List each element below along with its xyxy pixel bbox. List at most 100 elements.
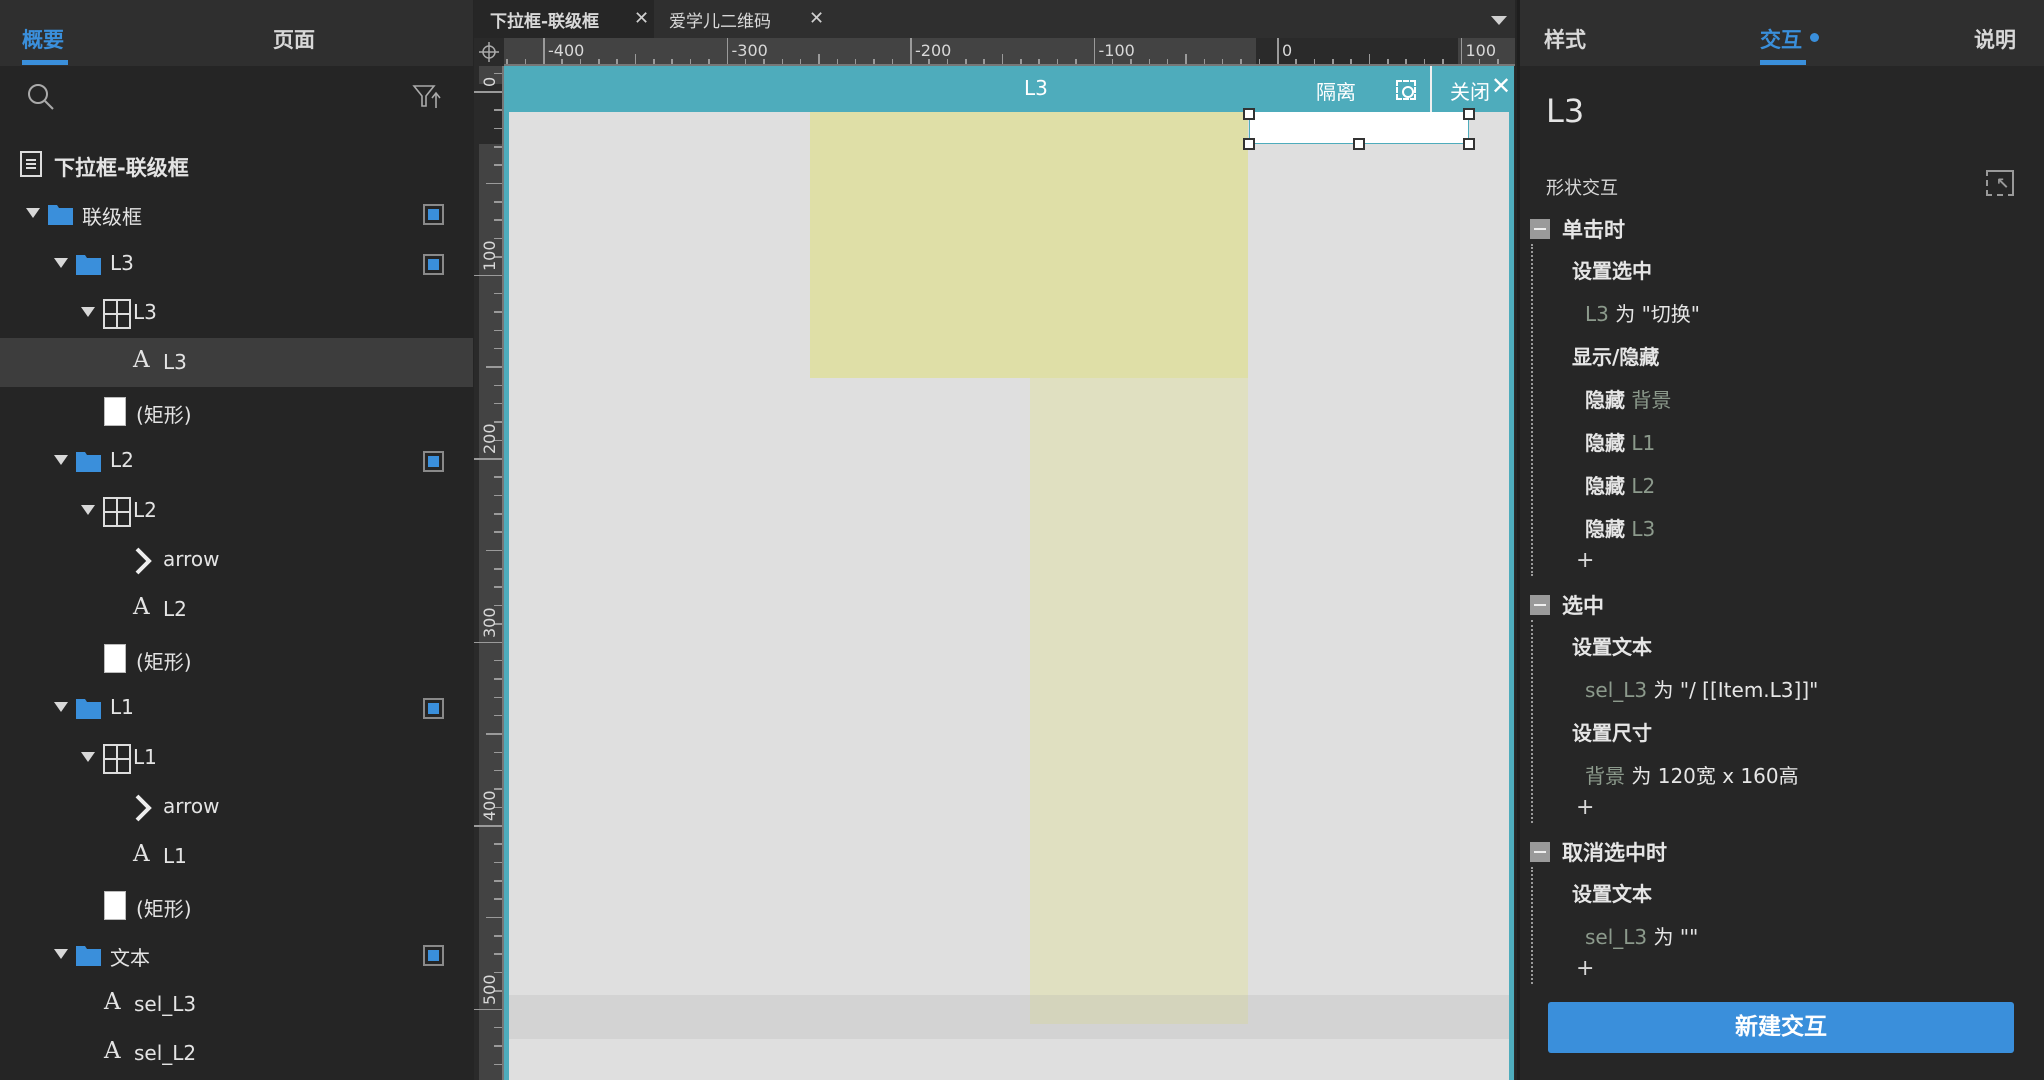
collapse-icon[interactable] <box>1530 842 1550 862</box>
layer-item[interactable]: A L3 <box>0 337 473 387</box>
vertical-ruler[interactable]: 0 100 200 300 400 500 <box>474 66 504 1080</box>
interaction-event[interactable]: 选中 <box>1530 590 1604 620</box>
action-target: L2 <box>1631 474 1656 498</box>
layer-item[interactable]: L3 <box>0 239 473 288</box>
resize-handle[interactable] <box>1243 138 1255 150</box>
action-detail[interactable]: L3 为 "切换" <box>1585 298 1700 327</box>
expand-caret-icon[interactable] <box>26 208 40 219</box>
canvas-area: 下拉框-联级框 ✕ 爱学儿二维码 ✕ -400 -300 -200 -100 0 100 … <box>474 0 1515 1080</box>
close-icon[interactable]: ✕ <box>634 8 649 29</box>
ruler-tick <box>1387 59 1389 64</box>
expand-caret-icon[interactable] <box>54 455 68 466</box>
layer-item[interactable]: 联级框 <box>0 189 473 238</box>
layer-item[interactable]: 下拉框-联级框 <box>0 140 473 189</box>
active-tab-indicator <box>1760 60 1806 65</box>
layer-label: L3 <box>163 349 187 374</box>
layer-item[interactable]: A L2 <box>0 585 473 634</box>
tab-outline[interactable]: 概要 <box>22 24 64 54</box>
collapse-icon[interactable] <box>1530 219 1550 239</box>
visibility-toggle-icon[interactable] <box>423 204 444 226</box>
close-icon[interactable]: ✕ <box>809 8 824 29</box>
ruler-label: -400 <box>548 41 585 60</box>
visibility-toggle-icon[interactable] <box>423 945 444 967</box>
interaction-action[interactable]: 设置文本 <box>1572 878 1652 907</box>
action-detail[interactable]: sel_L3 为 "" <box>1585 921 1698 950</box>
new-interaction-button[interactable]: 新建交互 <box>1548 1002 2014 1053</box>
layer-item[interactable]: 文本 <box>0 930 473 979</box>
interaction-action[interactable]: 设置选中 <box>1572 255 1652 284</box>
folder-icon <box>76 944 101 967</box>
isolated-canvas[interactable]: L3 隔离 关闭 ✕ <box>504 66 1514 1080</box>
doc-tab[interactable]: 爱学儿二维码 ✕ <box>654 0 834 38</box>
tab-menu-dropdown-icon[interactable] <box>1491 16 1507 25</box>
close-isolation-button[interactable]: 关闭 <box>1450 76 1490 105</box>
isolate-button[interactable]: 隔离 <box>1316 76 1356 105</box>
action-detail[interactable]: 隐藏 L3 <box>1585 513 1655 542</box>
layer-item[interactable]: L2 <box>0 486 473 535</box>
layer-item[interactable]: arrow <box>0 535 473 584</box>
layer-item[interactable]: (矩形) <box>0 387 473 436</box>
doc-tab-active[interactable]: 下拉框-联级框 ✕ <box>474 0 654 38</box>
interaction-action[interactable]: 显示/隐藏 <box>1572 341 1659 370</box>
visibility-toggle-icon[interactable] <box>423 698 444 720</box>
resize-handle[interactable] <box>1353 138 1365 150</box>
collapse-icon[interactable] <box>1530 595 1550 615</box>
search-icon[interactable] <box>26 82 56 112</box>
layer-item[interactable]: L2 <box>0 436 473 485</box>
layer-item[interactable]: A L1 <box>0 832 473 881</box>
repeater-icon <box>103 496 131 531</box>
interaction-event[interactable]: 单击时 <box>1530 214 1625 244</box>
folder-icon <box>76 253 101 275</box>
artboard[interactable] <box>509 108 1509 1080</box>
resize-handle[interactable] <box>1463 138 1475 150</box>
expand-caret-icon[interactable] <box>81 751 95 762</box>
ruler-tick <box>1423 59 1426 64</box>
tab-notes[interactable]: 说明 <box>1974 24 2016 54</box>
filter-sort-icon[interactable] <box>412 84 442 110</box>
close-icon[interactable]: ✕ <box>1491 72 1511 100</box>
layer-item[interactable]: Asel_L2 <box>0 1029 473 1078</box>
layer-item[interactable]: L3 <box>0 288 473 337</box>
layer-label: 文本 <box>110 946 150 971</box>
expand-caret-icon[interactable] <box>54 949 68 960</box>
add-action-button[interactable]: + <box>1576 956 1594 981</box>
layer-item[interactable]: (矩形) <box>0 634 473 683</box>
layer-item[interactable]: L1 <box>0 683 473 732</box>
tab-pages[interactable]: 页面 <box>273 24 315 54</box>
expand-caret-icon[interactable] <box>54 257 68 268</box>
add-action-button[interactable]: + <box>1576 548 1594 573</box>
visibility-toggle-icon[interactable] <box>423 451 444 473</box>
ruler-origin[interactable] <box>474 38 504 66</box>
add-action-button[interactable]: + <box>1576 795 1594 820</box>
horizontal-ruler[interactable]: -400 -300 -200 -100 0 100 <box>504 38 1515 66</box>
action-detail[interactable]: 隐藏 L1 <box>1585 427 1655 456</box>
expand-caret-icon[interactable] <box>81 504 95 515</box>
ruler-tick <box>1313 59 1316 64</box>
interaction-action[interactable]: 设置文本 <box>1572 631 1652 660</box>
interaction-event[interactable]: 取消选中时 <box>1530 837 1667 867</box>
layer-item[interactable]: arrow <box>0 782 473 831</box>
expand-caret-icon[interactable] <box>81 307 95 318</box>
action-detail[interactable]: 隐藏 L2 <box>1585 470 1655 499</box>
resize-handle[interactable] <box>1243 108 1255 120</box>
expand-caret-icon[interactable] <box>54 702 68 713</box>
layer-item[interactable]: L1 <box>0 733 473 782</box>
rectangle-icon <box>104 891 126 920</box>
section-label: 形状交互 <box>1546 178 1618 199</box>
action-detail[interactable]: 隐藏 背景 <box>1585 384 1671 413</box>
resize-handle[interactable] <box>1463 108 1475 120</box>
interaction-action[interactable]: 设置尺寸 <box>1572 717 1652 746</box>
action-detail[interactable]: 背景 为 120宽 x 160高 <box>1585 760 1799 789</box>
widget-name[interactable]: L3 <box>1546 92 1584 130</box>
layer-item[interactable]: (矩形) <box>0 881 473 930</box>
action-detail[interactable]: sel_L3 为 "/ [[Item.L3]]" <box>1585 674 1818 703</box>
layer-item[interactable]: Asel_L3 <box>0 980 473 1029</box>
tab-style[interactable]: 样式 <box>1544 24 1586 54</box>
tab-interactions[interactable]: 交互 <box>1760 24 1802 54</box>
ruler-tick <box>474 91 502 93</box>
select-target-icon[interactable] <box>1986 170 2014 196</box>
ruler-tick <box>494 329 502 332</box>
visibility-toggle-icon[interactable] <box>423 253 444 275</box>
ruler-tick <box>1166 59 1169 64</box>
isolate-focus-icon[interactable] <box>1396 80 1416 100</box>
